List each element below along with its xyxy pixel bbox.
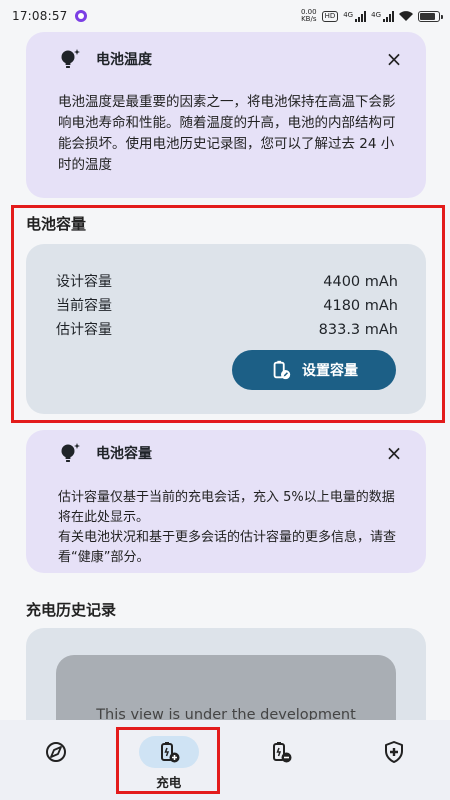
nav-icon-container bbox=[364, 736, 424, 768]
set-capacity-button-label: 设置容量 bbox=[302, 363, 358, 379]
capacity-row-label: 当前容量 bbox=[56, 298, 112, 314]
nav-icon-container bbox=[138, 736, 199, 768]
app-screen: 17:08:57 0.00 KB/s HD 4G 4G 电池温度 × 电池温度是… bbox=[0, 0, 450, 800]
temperature-card-text: 电池温度是最重要的因素之一，将电池保持在高温下会影响电池寿命和性能。随着温度的升… bbox=[58, 94, 396, 173]
capacity-row-value: 4400 mAh bbox=[323, 274, 398, 290]
shield-plus-icon bbox=[384, 741, 403, 763]
capacity-row-design: 设计容量 4400 mAh bbox=[56, 270, 398, 294]
battery-status-icon bbox=[418, 10, 443, 22]
close-temperature-card-button[interactable]: × bbox=[382, 47, 406, 71]
compass-icon bbox=[46, 742, 67, 762]
capacity-card: 设计容量 4400 mAh 当前容量 4180 mAh 估计容量 833.3 m… bbox=[26, 244, 426, 414]
capacity-row-current: 当前容量 4180 mAh bbox=[56, 294, 398, 318]
app-notification-icon bbox=[74, 10, 87, 22]
capacity-info-card: 电池容量 × 估计容量仅基于当前的充电会话，充入 5%以上电量的数据将在此处显示… bbox=[26, 430, 426, 573]
capacity-row-value: 4180 mAh bbox=[323, 298, 398, 314]
nav-item-health[interactable] bbox=[338, 720, 450, 800]
temperature-card-title: 电池温度 bbox=[96, 52, 152, 68]
capacity-info-text-2: 有关电池状况和基于更多会话的估计容量的更多信息，请查看“健康”部分。 bbox=[58, 530, 397, 565]
history-section-title: 充电历史记录 bbox=[26, 601, 117, 619]
capacity-row-estimated: 估计容量 833.3 mAh bbox=[56, 318, 398, 342]
status-bar: 17:08:57 0.00 KB/s HD 4G 4G bbox=[0, 0, 450, 32]
battery-plus-icon bbox=[160, 742, 180, 763]
status-time: 17:08:57 bbox=[12, 9, 68, 23]
temperature-card-body: 电池温度是最重要的因素之一，将电池保持在高温下会影响电池寿命和性能。随着温度的升… bbox=[58, 92, 404, 176]
sim2-label: 4G bbox=[371, 10, 381, 19]
nav-icon-container bbox=[251, 736, 311, 768]
capacity-row-label: 设计容量 bbox=[56, 274, 112, 290]
hd-badge: HD bbox=[321, 10, 339, 22]
capacity-info-header: 电池容量 × bbox=[58, 438, 404, 468]
nav-label-charge: 充电 bbox=[156, 775, 182, 790]
capacity-row-value: 833.3 mAh bbox=[318, 322, 398, 338]
nav-item-overview[interactable] bbox=[0, 720, 113, 800]
battery-temperature-card: 电池温度 × 电池温度是最重要的因素之一，将电池保持在高温下会影响电池寿命和性能… bbox=[26, 32, 426, 198]
lightbulb-icon bbox=[61, 443, 80, 462]
battery-minus-icon bbox=[273, 742, 292, 763]
bottom-navigation: 充电 bbox=[0, 720, 450, 800]
capacity-info-text-1: 估计容量仅基于当前的充电会话，充入 5%以上电量的数据将在此处显示。 bbox=[58, 490, 395, 525]
network-speed-unit: KB/s bbox=[301, 15, 317, 23]
status-indicators: 0.00 KB/s HD 4G 4G bbox=[301, 9, 443, 23]
sim1-label: 4G bbox=[343, 10, 354, 19]
network-speed: 0.00 KB/s bbox=[301, 9, 317, 23]
lightbulb-icon bbox=[61, 49, 80, 68]
nav-item-discharge[interactable] bbox=[225, 720, 338, 800]
temperature-card-header: 电池温度 × bbox=[58, 44, 404, 74]
set-capacity-button[interactable]: 设置容量 bbox=[232, 350, 396, 390]
signal-sim1-icon: 4G bbox=[343, 10, 367, 22]
close-capacity-info-button[interactable]: × bbox=[382, 441, 406, 465]
capacity-section-title: 电池容量 bbox=[26, 215, 87, 233]
battery-edit-icon bbox=[273, 360, 291, 380]
nav-icon-container bbox=[26, 736, 86, 768]
wifi-icon bbox=[399, 11, 413, 21]
signal-sim2-icon: 4G bbox=[371, 10, 394, 22]
capacity-info-body: 估计容量仅基于当前的充电会话，充入 5%以上电量的数据将在此处显示。 有关电池状… bbox=[58, 488, 404, 568]
capacity-info-title: 电池容量 bbox=[96, 446, 152, 462]
nav-item-charge[interactable]: 充电 bbox=[113, 720, 226, 800]
capacity-row-label: 估计容量 bbox=[56, 322, 112, 338]
